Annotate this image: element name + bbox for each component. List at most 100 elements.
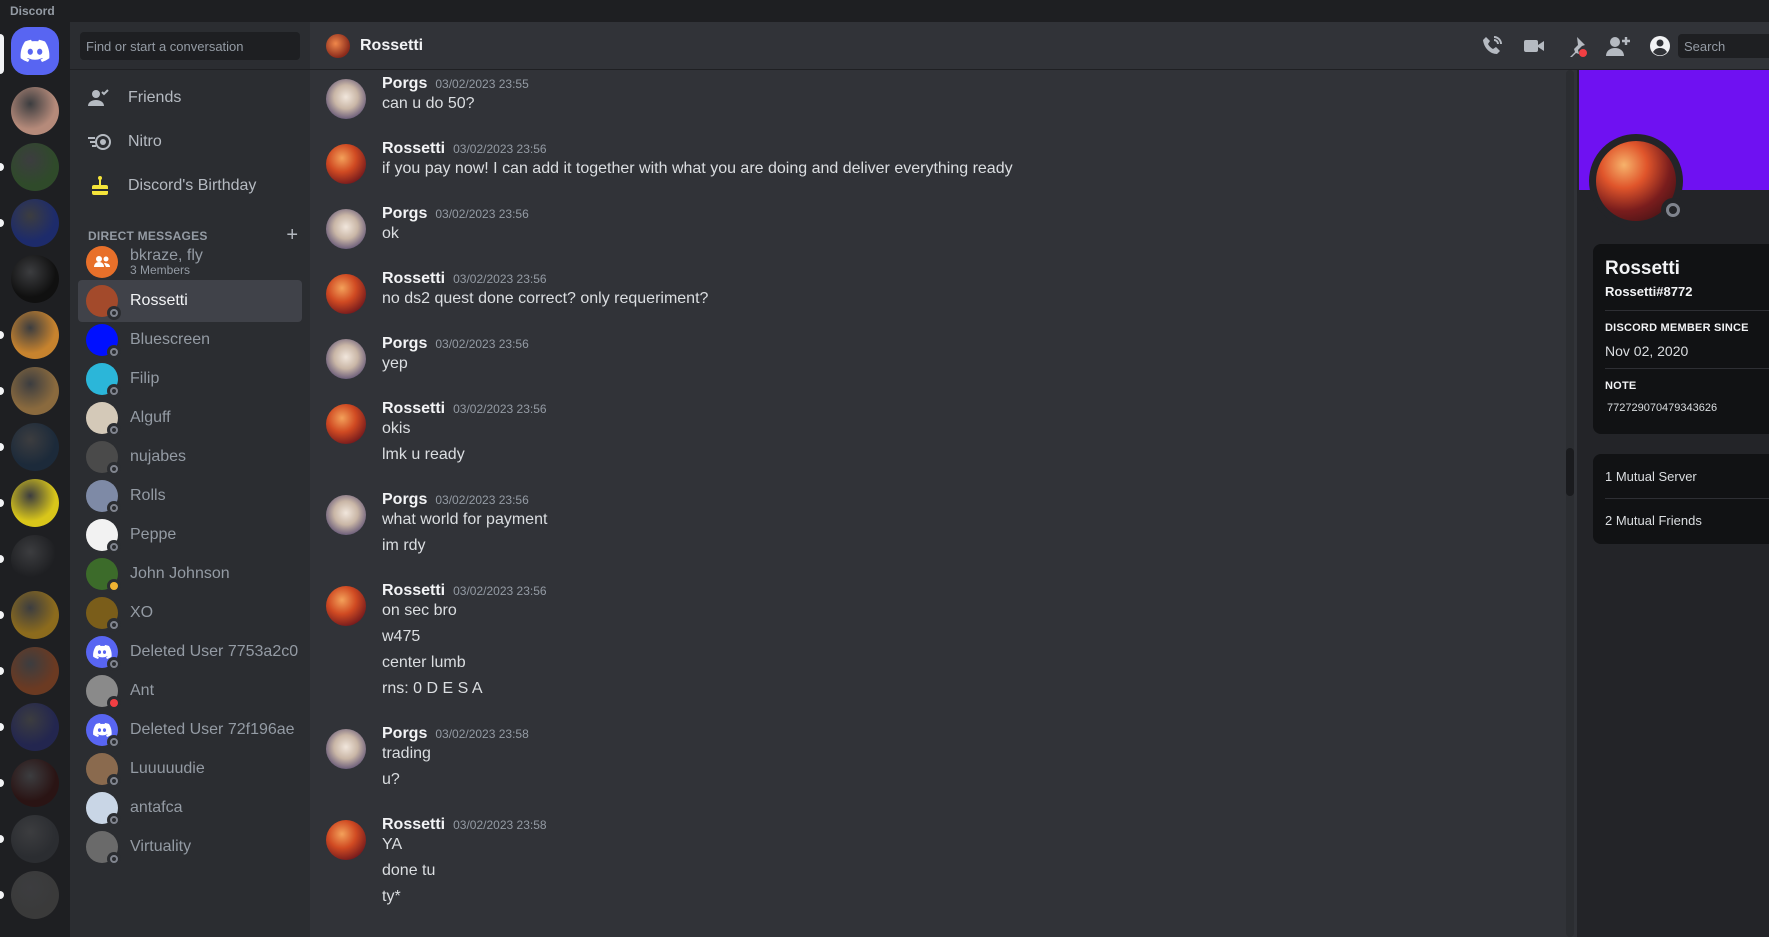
channel-avatar: [326, 33, 350, 58]
user-profile-icon[interactable]: [1648, 34, 1672, 58]
unread-indicator: [0, 443, 4, 451]
dm-text: Virtuality: [130, 838, 191, 856]
dm-item[interactable]: Virtuality: [78, 826, 302, 868]
server-icon-hooded[interactable]: [11, 759, 59, 807]
message-avatar[interactable]: [326, 209, 366, 249]
dm-name: Deleted User 72f196ae: [130, 721, 295, 739]
message-avatar[interactable]: [326, 820, 366, 860]
message-avatar[interactable]: [326, 79, 366, 119]
dm-item[interactable]: Filip: [78, 358, 302, 400]
nav-friends[interactable]: Friends: [78, 77, 302, 119]
nav-birthday[interactable]: Discord's Birthday: [78, 165, 302, 207]
dm-item[interactable]: Rolls: [78, 475, 302, 517]
server-icon-news[interactable]: [11, 367, 59, 415]
server-icon-diamond[interactable]: [11, 423, 59, 471]
dm-item[interactable]: antafca: [78, 787, 302, 829]
server-icon-letter-a[interactable]: [11, 815, 59, 863]
message-avatar[interactable]: [326, 729, 366, 769]
scrollbar-track[interactable]: [1566, 70, 1574, 937]
profile-status-indicator: [1661, 198, 1685, 222]
status-indicator: [107, 813, 121, 827]
dm-avatar: [86, 480, 121, 515]
dm-avatar: [86, 441, 121, 476]
server-icon-bar-chart[interactable]: [11, 535, 59, 583]
voice-call-icon[interactable]: [1480, 34, 1504, 58]
message-avatar[interactable]: [326, 274, 366, 314]
message-timestamp: 03/02/2023 23:56: [453, 142, 547, 156]
mutual-friends-link[interactable]: 2 Mutual Friends: [1605, 513, 1702, 528]
message-avatar[interactable]: [326, 586, 366, 626]
pinned-messages-icon[interactable]: [1564, 34, 1588, 58]
status-indicator: [107, 423, 121, 437]
server-icon-crown[interactable]: [11, 255, 59, 303]
selected-indicator: [0, 34, 4, 74]
dm-item[interactable]: Alguff: [78, 397, 302, 439]
dm-item[interactable]: nujabes: [78, 436, 302, 478]
mutual-servers-link[interactable]: 1 Mutual Server: [1605, 469, 1697, 484]
server-icon-dark-figure[interactable]: [11, 703, 59, 751]
dm-avatar: [86, 402, 121, 437]
note-field[interactable]: 772729070479343626: [1607, 402, 1717, 414]
message-avatar[interactable]: [326, 339, 366, 379]
dm-item[interactable]: XO: [78, 592, 302, 634]
message-text: no ds2 quest done correct? only requerim…: [382, 290, 709, 307]
dm-item[interactable]: bkraze, fly 3 Members: [78, 241, 302, 283]
home-button[interactable]: [11, 27, 59, 75]
dm-item[interactable]: John Johnson: [78, 553, 302, 595]
message-author[interactable]: Porgs: [382, 335, 427, 353]
title-bar: Discord: [0, 0, 1769, 22]
message-author[interactable]: Porgs: [382, 75, 427, 93]
dm-item[interactable]: Deleted User 72f196ae: [78, 709, 302, 751]
message-header: Porgs 03/02/2023 23:56: [382, 205, 529, 223]
header-search-input[interactable]: Search: [1678, 34, 1769, 58]
message-author[interactable]: Porgs: [382, 205, 427, 223]
message-avatar[interactable]: [326, 495, 366, 535]
server-icon-district[interactable]: [11, 199, 59, 247]
message-author[interactable]: Rossetti: [382, 582, 445, 600]
dm-item[interactable]: Deleted User 7753a2c0: [78, 631, 302, 673]
message-avatar[interactable]: [326, 144, 366, 184]
dm-item[interactable]: Luuuuudie: [78, 748, 302, 790]
dm-item[interactable]: Peppe: [78, 514, 302, 556]
server-icon-brown-creature[interactable]: [11, 647, 59, 695]
status-indicator: [107, 852, 121, 866]
dm-name: antafca: [130, 799, 183, 817]
message-author[interactable]: Porgs: [382, 491, 427, 509]
message-author[interactable]: Rossetti: [382, 400, 445, 418]
server-icon-treasure-chest[interactable]: [11, 311, 59, 359]
message-text: lmk u ready: [382, 446, 465, 463]
dm-item[interactable]: Ant: [78, 670, 302, 712]
profile-tag: Rossetti#8772: [1605, 284, 1693, 299]
message-header: Porgs 03/02/2023 23:58: [382, 725, 529, 743]
message-header: Rossetti 03/02/2023 23:56: [382, 400, 547, 418]
unread-indicator: [0, 387, 4, 395]
server-icon-face[interactable]: [11, 87, 59, 135]
server-icon-star-miners[interactable]: [11, 143, 59, 191]
message-timestamp: 03/02/2023 23:55: [435, 77, 529, 91]
message-timestamp: 03/02/2023 23:58: [435, 727, 529, 741]
add-friend-icon[interactable]: [1606, 34, 1630, 58]
dm-item[interactable]: Bluescreen: [78, 319, 302, 361]
nav-nitro[interactable]: Nitro: [78, 121, 302, 163]
status-indicator: [107, 345, 121, 359]
unread-indicator: [0, 555, 4, 563]
video-call-icon[interactable]: [1522, 34, 1546, 58]
message-author[interactable]: Rossetti: [382, 816, 445, 834]
server-icon-boss-service[interactable]: [11, 479, 59, 527]
message-avatar[interactable]: [326, 404, 366, 444]
message-text: can u do 50?: [382, 95, 475, 112]
message-author[interactable]: Rossetti: [382, 140, 445, 158]
conversation-search-input[interactable]: Find or start a conversation: [80, 32, 300, 60]
dm-item[interactable]: Rossetti: [78, 280, 302, 322]
server-icon-xo-gold[interactable]: [11, 591, 59, 639]
message-author[interactable]: Rossetti: [382, 270, 445, 288]
member-since-label: DISCORD MEMBER SINCE: [1605, 322, 1749, 334]
message-author[interactable]: Porgs: [382, 725, 427, 743]
discord-logo-icon: [20, 39, 50, 62]
scrollbar-thumb[interactable]: [1566, 448, 1574, 496]
dm-text: John Johnson: [130, 565, 230, 583]
dm-name: Bluescreen: [130, 331, 211, 349]
dm-name: Rossetti: [130, 292, 188, 310]
server-icon-grey-creature[interactable]: [11, 871, 59, 919]
message-timestamp: 03/02/2023 23:56: [453, 584, 547, 598]
